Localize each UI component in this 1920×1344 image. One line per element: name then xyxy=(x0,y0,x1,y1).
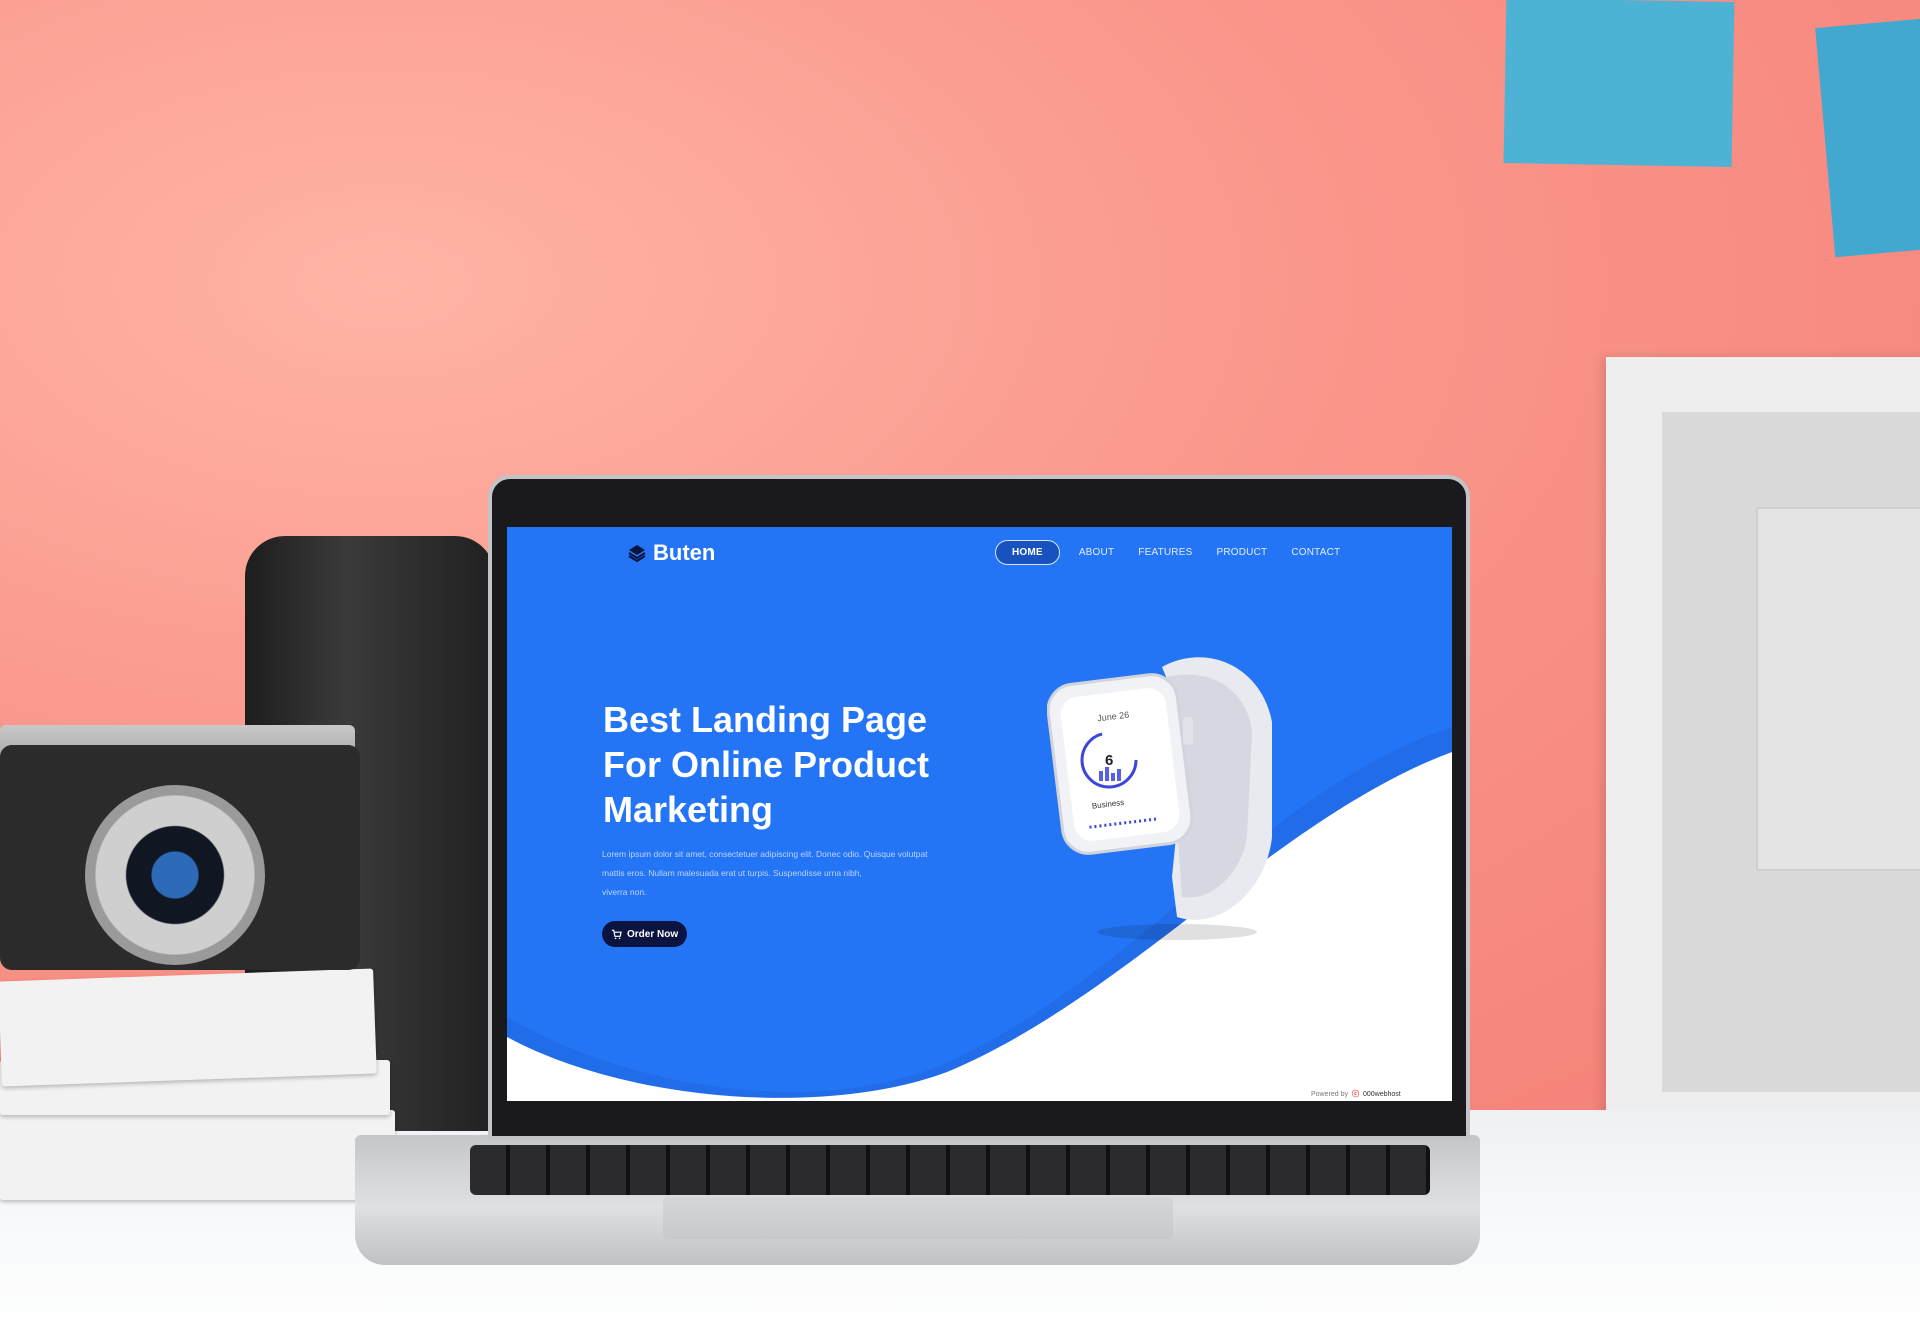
camera-lens xyxy=(85,785,265,965)
powered-by-text: Powered by xyxy=(1311,1090,1348,1098)
smartwatch-image: June 26 6 Business xyxy=(1047,657,1272,940)
picture-frame xyxy=(1606,357,1920,1127)
frame-mat xyxy=(1756,507,1920,871)
powered-by-host: 000webhost xyxy=(1362,1090,1401,1098)
hero-title-line: Best Landing Page xyxy=(603,699,928,740)
webhost-logo-icon: ⓒ xyxy=(1351,1091,1359,1098)
brand-name: Buten xyxy=(653,540,716,565)
hero-text-line: viverra non. xyxy=(602,887,647,897)
hero-title: Best Landing Page For Online Product Mar… xyxy=(603,697,993,832)
cart-icon xyxy=(611,929,622,939)
nav-product[interactable]: PRODUCT xyxy=(1211,541,1272,564)
watch-value: 6 xyxy=(1105,752,1113,769)
order-now-label: Order Now xyxy=(627,928,679,940)
book xyxy=(0,1110,395,1200)
laptop-trackpad xyxy=(663,1197,1173,1239)
hero-title-line: For Online Product xyxy=(603,744,930,785)
hero-description: Lorem ipsum dolor sit amet, consectetuer… xyxy=(602,845,972,902)
nav-about[interactable]: ABOUT xyxy=(1074,541,1119,564)
order-now-button[interactable]: Order Now xyxy=(602,921,688,947)
photo-scene: Buten HOME ABOUT FEATURES PRODUCT CONTAC… xyxy=(0,0,1920,1344)
nav-home[interactable]: HOME xyxy=(995,540,1060,565)
main-nav: HOME ABOUT FEATURES PRODUCT CONTACT xyxy=(995,540,1345,565)
nav-features[interactable]: FEATURES xyxy=(1133,541,1197,564)
powered-by-badge[interactable]: Powered by ⓒ 000webhost xyxy=(1305,1088,1407,1100)
hero-title-line: Marketing xyxy=(603,789,774,830)
layers-logo-icon xyxy=(628,545,646,563)
hero-text-line: mattis eros. Nullam malesuada erat ut tu… xyxy=(602,868,862,878)
sticky-note xyxy=(1503,0,1735,167)
hero-text-line: Lorem ipsum dolor sit amet, consectetuer… xyxy=(602,849,928,859)
nav-contact[interactable]: CONTACT xyxy=(1286,541,1345,564)
laptop-keyboard xyxy=(470,1145,1430,1195)
book xyxy=(0,968,377,1087)
brand-logo[interactable]: Buten xyxy=(627,540,715,566)
laptop-screen: Buten HOME ABOUT FEATURES PRODUCT CONTAC… xyxy=(507,527,1452,1101)
